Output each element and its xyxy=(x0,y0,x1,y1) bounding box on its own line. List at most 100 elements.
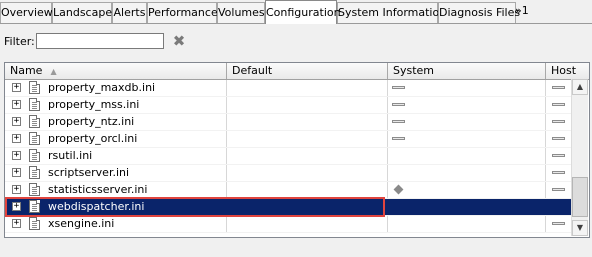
tab-configuration[interactable]: Configuration xyxy=(265,0,341,24)
host-cell xyxy=(546,165,573,181)
column-header-name[interactable]: Name ▲ xyxy=(5,63,227,79)
default-cell xyxy=(227,165,388,181)
config-table: Name ▲ Default System Host + property_maxd… xyxy=(4,62,590,238)
default-cell xyxy=(227,131,388,147)
host-cell xyxy=(546,131,573,147)
default-cell xyxy=(227,114,388,130)
tab-volumes[interactable]: Volumes xyxy=(217,2,265,23)
expand-plus-icon[interactable]: + xyxy=(12,151,21,160)
expand-plus-icon[interactable]: + xyxy=(12,100,21,109)
file-name: property_ntz.ini xyxy=(48,115,135,128)
clear-x-icon[interactable]: ✖ xyxy=(172,34,186,49)
host-cell xyxy=(546,148,573,164)
not-set-dash-icon xyxy=(392,103,405,106)
file-name: property_orcl.ini xyxy=(48,132,138,145)
tab-alerts[interactable]: Alerts xyxy=(112,2,147,23)
column-header-default[interactable]: Default xyxy=(227,63,388,79)
not-set-dash-icon xyxy=(552,103,565,106)
not-set-dash-icon xyxy=(552,171,565,174)
tab-system-information[interactable]: System Information xyxy=(337,2,446,23)
column-header-system[interactable]: System xyxy=(388,63,546,79)
scrollbar-thumb[interactable] xyxy=(572,177,588,217)
file-name: webdispatcher.ini xyxy=(48,200,145,213)
name-cell: + property_orcl.ini xyxy=(5,131,227,147)
not-set-dash-icon xyxy=(552,188,565,191)
ini-file-icon xyxy=(29,217,40,230)
tab-overview[interactable]: Overview xyxy=(0,2,53,23)
table-row[interactable]: + webdispatcher.ini xyxy=(5,199,573,216)
file-name: scriptserver.ini xyxy=(48,166,130,179)
scroll-down-icon[interactable]: ▼ xyxy=(572,220,588,236)
host-cell xyxy=(546,182,573,198)
name-cell: + xsengine.ini xyxy=(5,216,227,232)
sort-ascending-icon: ▲ xyxy=(50,67,57,76)
default-cell xyxy=(227,80,388,96)
table-row[interactable]: + property_maxdb.ini xyxy=(5,80,573,97)
table-row[interactable]: + scriptserver.ini xyxy=(5,165,573,182)
table-body: + property_maxdb.ini + property_mss.ini + pro… xyxy=(5,80,573,233)
vertical-scrollbar[interactable]: ▲ ▼ xyxy=(571,79,588,236)
table-header: Name ▲ Default System Host xyxy=(5,63,589,80)
ini-file-icon xyxy=(29,149,40,162)
expand-plus-icon[interactable]: + xyxy=(12,168,21,177)
table-row[interactable]: + rsutil.ini xyxy=(5,148,573,165)
table-row[interactable]: + property_mss.ini xyxy=(5,97,573,114)
not-set-dash-icon xyxy=(552,120,565,123)
expand-plus-icon[interactable]: + xyxy=(12,202,21,211)
default-cell xyxy=(227,97,388,113)
file-name: xsengine.ini xyxy=(48,217,115,230)
table-row[interactable]: + statisticsserver.ini xyxy=(5,182,573,199)
table-row[interactable]: + xsengine.ini xyxy=(5,216,573,233)
tab-bar: Overview Landscape Alerts Performance Vo… xyxy=(0,0,592,24)
name-cell: + property_mss.ini xyxy=(5,97,227,113)
expand-plus-icon[interactable]: + xyxy=(12,83,21,92)
filter-label: Filter: xyxy=(4,35,35,48)
host-cell xyxy=(546,114,573,130)
scroll-up-icon[interactable]: ▲ xyxy=(572,79,588,95)
name-cell: + scriptserver.ini xyxy=(5,165,227,181)
host-cell xyxy=(546,216,573,232)
ini-file-icon xyxy=(29,166,40,179)
name-cell: + rsutil.ini xyxy=(5,148,227,164)
file-name: property_mss.ini xyxy=(48,98,140,111)
tab-diagnosis-files[interactable]: Diagnosis Files xyxy=(438,2,520,23)
default-cell xyxy=(227,216,388,232)
ini-file-icon xyxy=(29,81,40,94)
not-set-dash-icon xyxy=(552,86,565,89)
table-row[interactable]: + property_orcl.ini xyxy=(5,131,573,148)
system-cell xyxy=(388,216,546,232)
name-cell: + property_ntz.ini xyxy=(5,114,227,130)
filter-input[interactable] xyxy=(36,33,164,49)
host-cell xyxy=(546,80,573,96)
column-header-host[interactable]: Host xyxy=(546,63,589,79)
not-set-dash-icon xyxy=(392,137,405,140)
tab-performance[interactable]: Performance xyxy=(147,2,218,23)
file-name: property_maxdb.ini xyxy=(48,81,156,94)
not-set-dash-icon xyxy=(552,154,565,157)
not-set-dash-icon xyxy=(392,86,405,89)
system-cell xyxy=(388,199,546,215)
tab-landscape[interactable]: Landscape xyxy=(52,2,112,23)
system-cell xyxy=(388,131,546,147)
default-cell xyxy=(227,199,388,215)
host-cell xyxy=(546,199,573,215)
expand-plus-icon[interactable]: + xyxy=(12,185,21,194)
table-row[interactable]: + property_ntz.ini xyxy=(5,114,573,131)
not-set-dash-icon xyxy=(392,120,405,123)
system-cell xyxy=(388,182,546,198)
changed-value-diamond-icon xyxy=(393,184,404,195)
expand-plus-icon[interactable]: + xyxy=(12,219,21,228)
system-cell xyxy=(388,80,546,96)
not-set-dash-icon xyxy=(552,137,565,140)
tab-overflow-button[interactable]: »1 xyxy=(515,2,545,22)
ini-file-icon xyxy=(29,132,40,145)
default-cell xyxy=(227,182,388,198)
ini-file-icon xyxy=(29,98,40,111)
not-set-dash-icon xyxy=(552,222,565,225)
expand-plus-icon[interactable]: + xyxy=(12,117,21,126)
host-cell xyxy=(546,97,573,113)
system-cell xyxy=(388,114,546,130)
expand-plus-icon[interactable]: + xyxy=(12,134,21,143)
name-cell: + webdispatcher.ini xyxy=(5,199,227,215)
name-cell: + property_maxdb.ini xyxy=(5,80,227,96)
